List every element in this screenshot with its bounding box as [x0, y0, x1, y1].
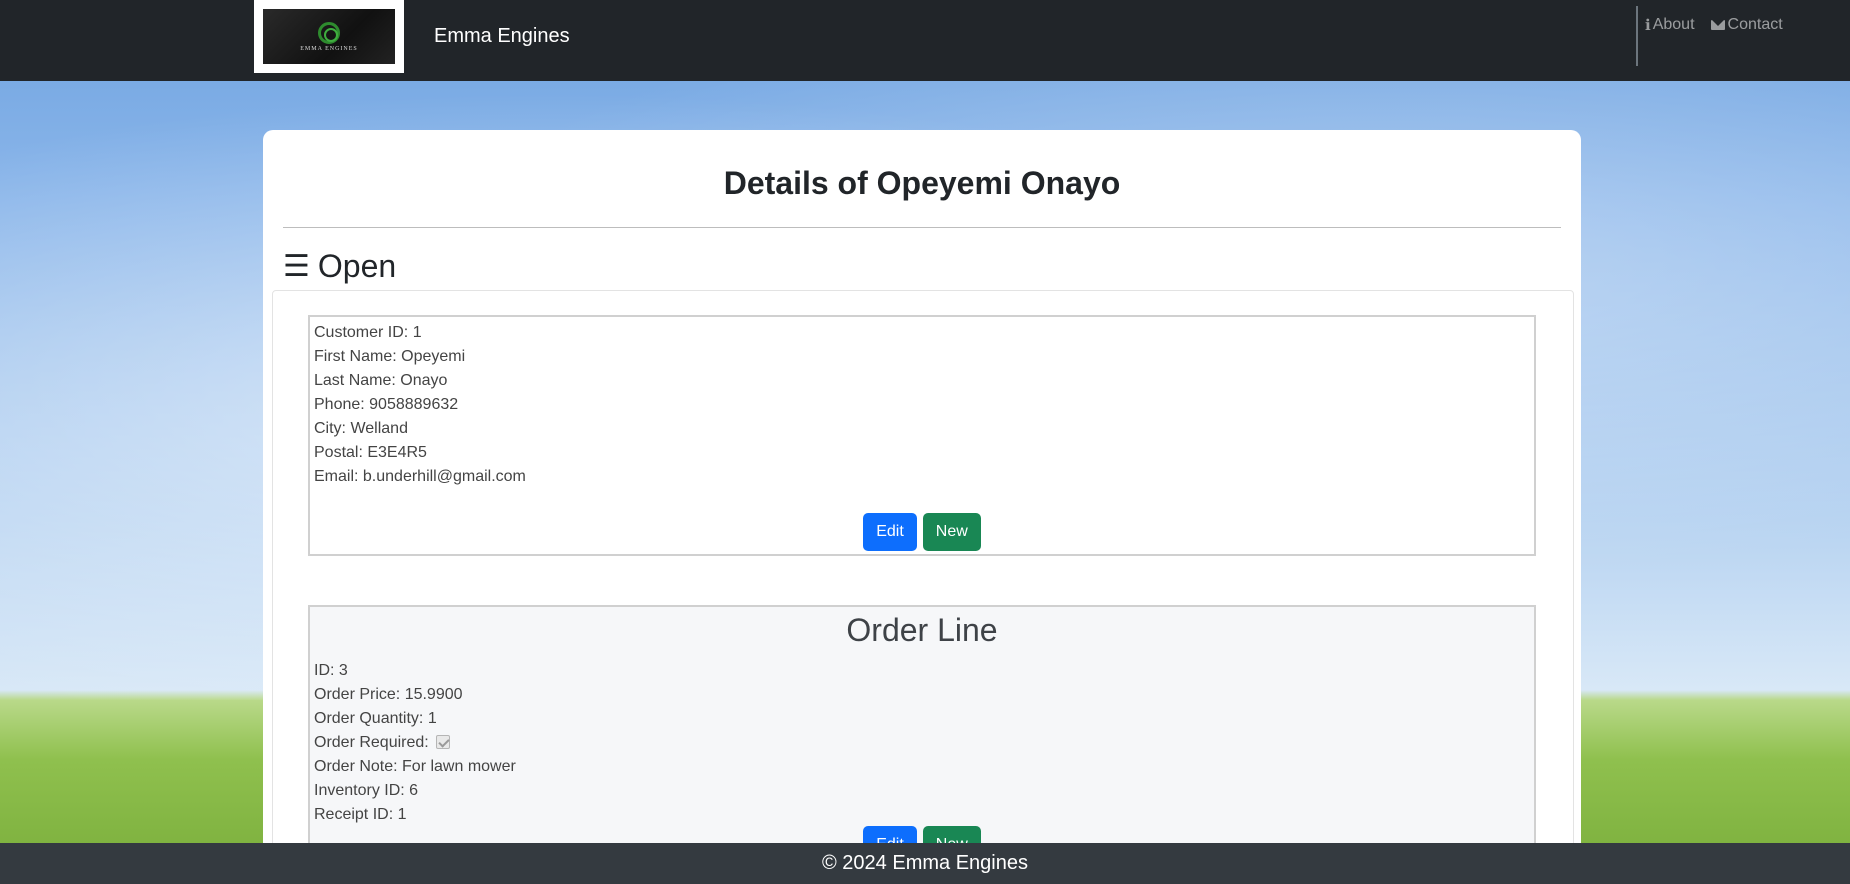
customer-first-name: First Name: Opeyemi [314, 348, 466, 365]
order-line-title: Order Line [846, 612, 998, 648]
brand-name[interactable]: Emma Engines [434, 25, 570, 48]
title-divider [283, 227, 1561, 228]
customer-last-name: Last Name: Onayo [314, 372, 448, 389]
nav-link-about[interactable]: ℹ About [1645, 16, 1695, 34]
nav-links: ℹ About Contact [1645, 16, 1783, 34]
footer: © 2024 Emma Engines [0, 843, 1850, 884]
customer-id: Customer ID: 1 [314, 324, 422, 341]
open-toggle[interactable]: ☰ Open [283, 248, 396, 285]
order-required: Order Required: [310, 731, 1534, 755]
customer-edit-button[interactable]: Edit [863, 513, 917, 551]
customer-details-box: Customer ID: 1 First Name: Opeyemi Last … [308, 315, 1536, 556]
inventory-id: Inventory ID: 6 [314, 782, 419, 799]
nav-link-contact[interactable]: Contact [1710, 16, 1783, 34]
order-required-checkbox[interactable] [436, 735, 451, 749]
page-title: Details of Opeyemi Onayo [723, 165, 1121, 201]
order-price: Order Price: 15.9900 [314, 686, 463, 703]
order-required-label: Order Required: [314, 734, 429, 751]
info-icon: ℹ [1645, 17, 1651, 34]
customer-email: Email: b.underhill@gmail.com [314, 468, 526, 485]
navbar: EMMA ENGINES Emma Engines ℹ About Contac… [0, 0, 1850, 81]
logo[interactable]: EMMA ENGINES [254, 0, 404, 73]
logo-mark-icon [318, 21, 340, 44]
customer-phone: Phone: 9058889632 [314, 396, 459, 413]
envelope-icon [1710, 20, 1725, 30]
hamburger-icon: ☰ [283, 250, 310, 283]
logo-image: EMMA ENGINES [263, 9, 395, 64]
receipt-id: Receipt ID: 1 [314, 806, 407, 823]
nav-link-about-label: About [1652, 16, 1695, 33]
customer-postal: Postal: E3E4R5 [314, 444, 427, 461]
logo-text: EMMA ENGINES [300, 45, 358, 52]
order-quantity: Order Quantity: 1 [314, 710, 437, 727]
order-note: Order Note: For lawn mower [314, 758, 516, 775]
nav-divider [1636, 6, 1638, 66]
nav-link-contact-label: Contact [1727, 16, 1783, 33]
customer-actions: Edit New [310, 513, 1534, 551]
order-line-id: ID: 3 [314, 662, 348, 679]
open-toggle-label: Open [317, 248, 397, 284]
customer-new-button[interactable]: New [922, 513, 981, 551]
customer-city: City: Welland [314, 420, 408, 437]
